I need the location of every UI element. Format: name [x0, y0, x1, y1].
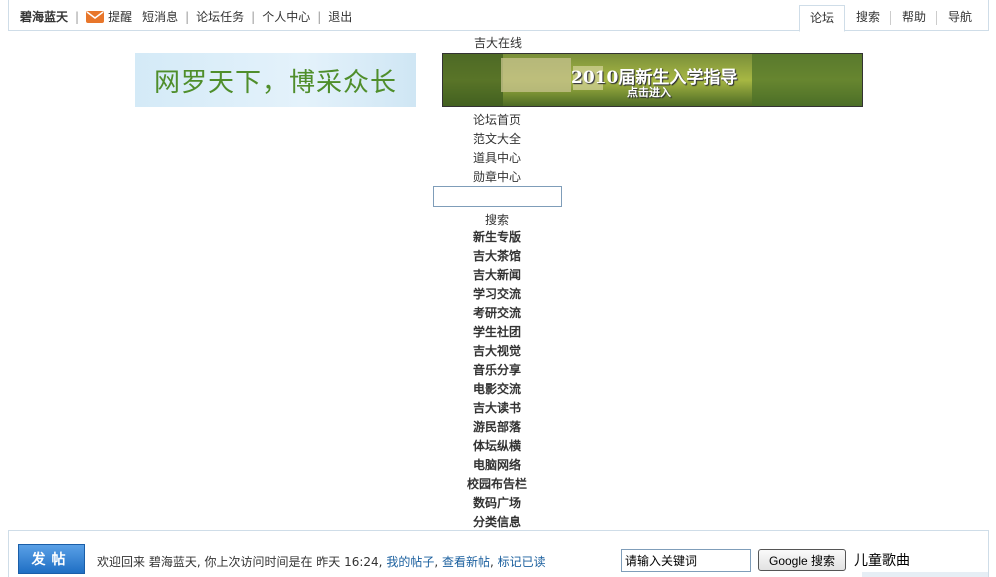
- forum-link[interactable]: 考研交流: [432, 304, 562, 321]
- welcome-text: 欢迎回来 碧海蓝天, 你上次访问时间是在 昨天 16:24, 我的帖子, 查看新…: [97, 555, 546, 569]
- new-post-button[interactable]: 发帖: [18, 544, 85, 574]
- banner-guide-sub: 点击进入: [627, 86, 671, 99]
- forum-link[interactable]: 游民部落: [432, 418, 562, 435]
- my-posts-link[interactable]: 我的帖子: [386, 555, 434, 569]
- menu-essays[interactable]: 范文大全: [432, 130, 562, 147]
- forum-link[interactable]: 学习交流: [432, 285, 562, 302]
- forum-link[interactable]: 电影交流: [432, 380, 562, 397]
- forum-link[interactable]: 吉大视觉: [432, 342, 562, 359]
- menu-forum-home[interactable]: 论坛首页: [432, 111, 562, 128]
- forum-link[interactable]: 音乐分享: [432, 361, 562, 378]
- mail-icon[interactable]: [86, 10, 105, 23]
- welcome-prefix: 欢迎回来 碧海蓝天, 你上次访问时间是在 昨天 16:24,: [97, 555, 383, 569]
- tab-search[interactable]: 搜索: [844, 5, 890, 30]
- tasks-link[interactable]: 论坛任务: [196, 8, 244, 25]
- banner-freshman-guide[interactable]: 2010届新生入学指导 点击进入: [442, 53, 863, 107]
- children-songs-link[interactable]: 儿童歌曲: [854, 550, 910, 570]
- username-link[interactable]: 碧海蓝天: [20, 8, 68, 25]
- tab-nav[interactable]: 导航: [936, 5, 982, 30]
- menu-medal-center[interactable]: 勋章中心: [432, 168, 562, 185]
- nav-tabs: 论坛 搜索 帮助 导航: [798, 5, 982, 32]
- forum-link[interactable]: 校园布告栏: [432, 475, 562, 492]
- user-links: 碧海蓝天 | 提醒 短消息 | 论坛任务 | 个人中心 | 退出: [20, 8, 353, 25]
- forum-link[interactable]: 学生社团: [432, 323, 562, 340]
- banner-slogan[interactable]: 网罗天下，博采众长: [135, 53, 416, 107]
- forum-link[interactable]: 吉大读书: [432, 399, 562, 416]
- site-name[interactable]: 吉大在线: [460, 34, 536, 51]
- forum-link[interactable]: 电脑网络: [432, 456, 562, 473]
- banner-slogan-text: 网罗天下，博采众长: [153, 67, 397, 98]
- new-posts-link[interactable]: 查看新帖: [442, 555, 490, 569]
- forum-link[interactable]: 吉大茶馆: [432, 247, 562, 264]
- forum-link[interactable]: 分类信息: [432, 513, 562, 530]
- forum-link[interactable]: 吉大新闻: [432, 266, 562, 283]
- forum-link[interactable]: 新生专版: [432, 228, 562, 245]
- forum-link[interactable]: 体坛纵横: [432, 437, 562, 454]
- search-input[interactable]: [433, 186, 562, 207]
- forum-link[interactable]: 数码广场: [432, 494, 562, 511]
- top-bar: 碧海蓝天 | 提醒 短消息 | 论坛任务 | 个人中心 | 退出 论坛 搜索 帮…: [8, 0, 989, 32]
- keyword-input[interactable]: [621, 549, 751, 572]
- menu-props-center[interactable]: 道具中心: [432, 149, 562, 166]
- bottom-bar: 发帖 欢迎回来 碧海蓝天, 你上次访问时间是在 昨天 16:24, 我的帖子, …: [8, 530, 989, 577]
- remind-link[interactable]: 提醒: [108, 8, 132, 25]
- tab-forum[interactable]: 论坛: [798, 5, 845, 32]
- logout-link[interactable]: 退出: [328, 8, 352, 25]
- tab-help[interactable]: 帮助: [890, 5, 936, 30]
- mark-read-link[interactable]: 标记已读: [498, 555, 546, 569]
- search-label[interactable]: 搜索: [432, 211, 562, 228]
- pm-link[interactable]: 短消息: [142, 8, 178, 25]
- profile-center-link[interactable]: 个人中心: [262, 8, 310, 25]
- google-search-button[interactable]: Google 搜索: [758, 549, 846, 571]
